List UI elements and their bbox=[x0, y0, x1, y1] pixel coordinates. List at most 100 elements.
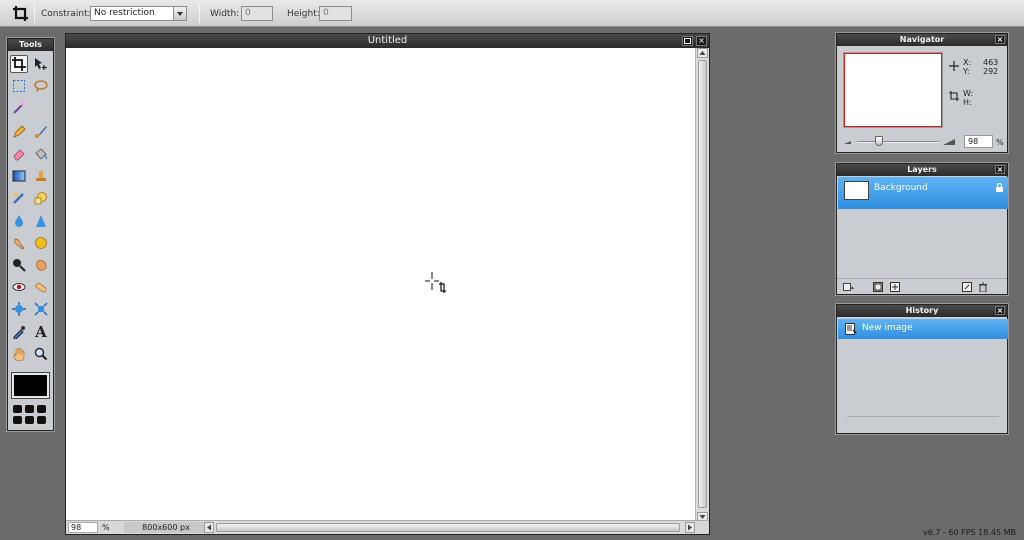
constraint-dropdown-button[interactable] bbox=[173, 6, 187, 21]
zoom-slider-track[interactable] bbox=[857, 141, 939, 143]
navigator-zoom-input[interactable]: 98 bbox=[964, 135, 993, 148]
magic-wand-tool-icon[interactable] bbox=[10, 99, 28, 117]
draw-shape-tool-icon[interactable] bbox=[32, 189, 50, 207]
brush-tool-icon[interactable] bbox=[32, 123, 50, 141]
pinch-tool-icon[interactable] bbox=[32, 300, 50, 318]
zoom-tool-icon[interactable] bbox=[32, 345, 50, 363]
crop-cursor-icon bbox=[423, 272, 447, 297]
history-divider bbox=[847, 416, 999, 417]
width-label: Width: bbox=[210, 9, 240, 19]
layer-name: Background bbox=[874, 183, 928, 193]
lasso-tool-icon[interactable] bbox=[32, 77, 50, 95]
red-eye-tool-icon[interactable] bbox=[10, 278, 28, 296]
layer-thumbnail bbox=[844, 181, 869, 200]
color-picker-tool-icon[interactable] bbox=[10, 323, 28, 341]
zoom-out-icon[interactable] bbox=[843, 138, 853, 149]
layers-title-label: Layers bbox=[907, 165, 937, 174]
navigator-panel: Navigator × X: 463 Y: 292 W: H: 98 % bbox=[836, 33, 1008, 153]
layers-footer bbox=[837, 278, 1007, 294]
zoom-in-icon[interactable] bbox=[942, 137, 956, 149]
spot-heal-tool-icon[interactable] bbox=[32, 278, 50, 296]
sharpen-tool-icon[interactable] bbox=[32, 212, 50, 230]
blur-drop-tool-icon[interactable] bbox=[10, 212, 28, 230]
marquee-tool-icon[interactable] bbox=[10, 77, 28, 95]
burn-tool-icon[interactable] bbox=[32, 256, 50, 274]
scroll-right-icon[interactable] bbox=[685, 522, 695, 533]
vertical-scroll-thumb[interactable] bbox=[698, 60, 707, 508]
canvas[interactable] bbox=[66, 48, 695, 522]
x-value: 463 bbox=[983, 58, 999, 67]
crosshair-icon bbox=[949, 61, 959, 74]
clone-stamp-tool-icon[interactable] bbox=[32, 167, 50, 185]
new-layer-icon[interactable] bbox=[962, 282, 972, 292]
x-label: X: bbox=[963, 58, 972, 67]
close-icon[interactable]: × bbox=[995, 165, 1005, 174]
history-title: History × bbox=[837, 305, 1007, 317]
smudge-tool-icon[interactable] bbox=[10, 234, 28, 252]
layer-mask-icon[interactable] bbox=[873, 282, 883, 292]
pencil-tool-icon[interactable] bbox=[10, 123, 28, 141]
document-titlebar: Untitled × bbox=[66, 34, 709, 48]
color-palette-grid[interactable] bbox=[12, 404, 50, 426]
crop-tool-icon bbox=[12, 5, 30, 23]
h-label: H: bbox=[963, 98, 972, 107]
document-statusbar: 98 % 800x600 px bbox=[66, 520, 709, 534]
document-title: Untitled bbox=[367, 35, 408, 46]
new-image-icon bbox=[845, 323, 857, 338]
zoom-slider-thumb[interactable] bbox=[875, 136, 883, 146]
tools-panel: Tools A bbox=[7, 38, 54, 431]
tools-panel-title: Tools bbox=[8, 39, 53, 51]
type-tool-icon[interactable]: A bbox=[32, 323, 50, 341]
navigator-title: Navigator × bbox=[837, 34, 1007, 46]
foreground-color-swatch[interactable] bbox=[12, 373, 49, 398]
selection-size-icon bbox=[949, 91, 959, 104]
y-value: 292 bbox=[983, 67, 999, 76]
sponge-tool-icon[interactable] bbox=[32, 234, 50, 252]
constraint-label: Constraint: bbox=[41, 9, 91, 19]
history-item-label: New image bbox=[862, 323, 913, 333]
lock-icon[interactable] bbox=[995, 182, 1004, 196]
document-window: Untitled × 98 % 800x600 px bbox=[65, 33, 710, 535]
zoom-input[interactable]: 98 bbox=[68, 522, 98, 533]
horizontal-scrollbar[interactable] bbox=[204, 522, 695, 533]
y-label: Y: bbox=[963, 67, 970, 76]
navigator-title-label: Navigator bbox=[899, 35, 945, 44]
height-input[interactable]: 0 bbox=[319, 6, 352, 21]
image-size-readout: 800x600 px bbox=[124, 522, 208, 533]
navigator-zoom-unit: % bbox=[996, 138, 1004, 147]
navigator-preview[interactable] bbox=[844, 53, 942, 127]
trash-icon[interactable] bbox=[978, 282, 988, 293]
maximize-icon[interactable] bbox=[682, 36, 693, 46]
eraser-tool-icon[interactable] bbox=[10, 145, 28, 163]
dodge-tool-icon[interactable] bbox=[10, 256, 28, 274]
move-tool-icon[interactable] bbox=[32, 55, 50, 73]
separator bbox=[199, 4, 200, 23]
gradient-tool-icon[interactable] bbox=[10, 167, 28, 185]
vertical-scrollbar[interactable] bbox=[695, 48, 709, 522]
color-replace-tool-icon[interactable] bbox=[10, 189, 28, 207]
horizontal-scroll-thumb[interactable] bbox=[216, 523, 680, 532]
history-title-label: History bbox=[905, 306, 939, 315]
width-input[interactable]: 0 bbox=[241, 6, 273, 21]
constraint-select[interactable]: No restriction bbox=[90, 6, 174, 21]
layer-row[interactable]: Background bbox=[838, 177, 1008, 209]
bloat-tool-icon[interactable] bbox=[10, 300, 28, 318]
scroll-left-icon[interactable] bbox=[204, 522, 214, 533]
zoom-unit: % bbox=[102, 523, 110, 532]
history-panel: History × New image bbox=[836, 304, 1008, 434]
close-icon[interactable]: × bbox=[696, 36, 707, 46]
layers-title: Layers × bbox=[837, 164, 1007, 176]
layer-settings-icon[interactable] bbox=[843, 282, 854, 292]
options-bar: Constraint: No restriction Width: 0 Heig… bbox=[0, 0, 1024, 27]
close-icon[interactable]: × bbox=[995, 35, 1005, 44]
history-item[interactable]: New image bbox=[838, 319, 1008, 339]
scroll-up-icon[interactable] bbox=[697, 48, 708, 58]
paint-bucket-tool-icon[interactable] bbox=[32, 145, 50, 163]
hand-tool-icon[interactable] bbox=[10, 345, 28, 363]
w-label: W: bbox=[963, 89, 974, 98]
close-icon[interactable]: × bbox=[995, 306, 1005, 315]
app-status-readout: v6.7 - 60 FPS 18.45 MB bbox=[922, 528, 1016, 537]
crop-tool-icon[interactable] bbox=[10, 55, 28, 73]
separator bbox=[34, 4, 35, 23]
layer-effects-icon[interactable] bbox=[890, 282, 900, 292]
